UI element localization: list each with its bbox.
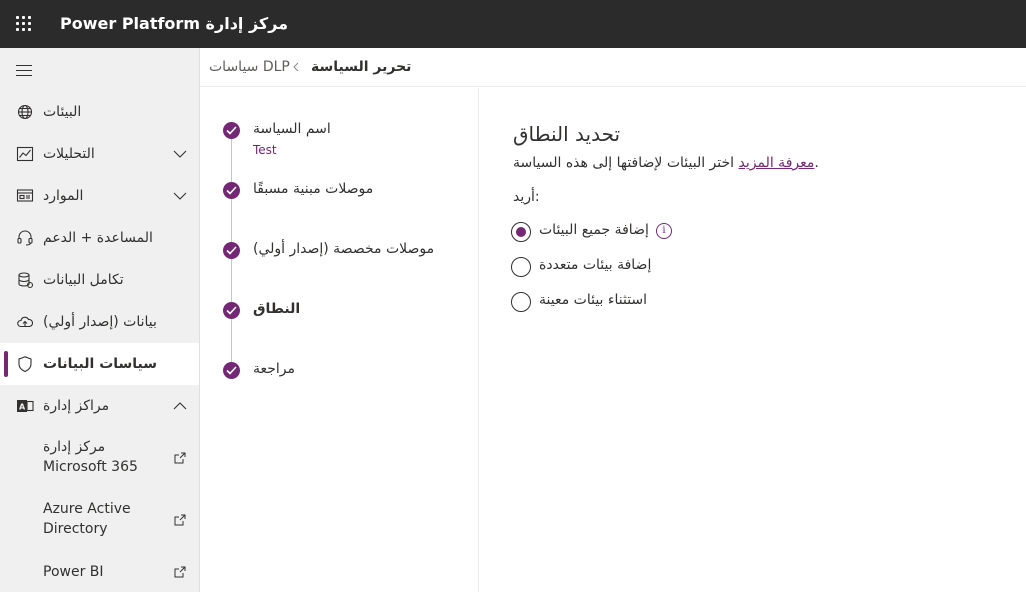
step-label: موصلات مخصصة (إصدار أولي) xyxy=(253,241,435,257)
globe-icon xyxy=(17,104,33,120)
radio-label: إضافة بيئات متعددة xyxy=(539,257,652,273)
nav-item-resources[interactable]: الموارد xyxy=(0,175,199,217)
wizard-steps: اسم السياسة Test موصلات مبنية مسبقًا موص… xyxy=(200,88,479,592)
step-label: موصلات مبنية مسبقًا xyxy=(253,181,374,197)
nav-item-data-preview[interactable]: بيانات (إصدار أولي) xyxy=(0,301,199,343)
nav-item-analytics[interactable]: التحليلات xyxy=(0,133,199,175)
admin-centers-icon: A xyxy=(17,400,34,412)
nav-label: بيانات (إصدار أولي) xyxy=(43,314,157,330)
step-label: مراجعة xyxy=(253,361,296,377)
check-icon xyxy=(223,302,240,319)
step-label: النطاق xyxy=(253,301,301,317)
page-title: تحديد النطاق xyxy=(513,122,621,146)
sub-item-azure-ad[interactable]: Azure Active Directory xyxy=(0,489,199,551)
step-value: Test xyxy=(253,143,277,157)
cloud-icon xyxy=(17,316,34,328)
sub-item-label: Azure Active Directory xyxy=(43,501,131,537)
nav-label: البيئات xyxy=(43,104,82,120)
shield-icon xyxy=(18,356,32,373)
nav-label: التحليلات xyxy=(43,146,95,162)
hamburger-menu-icon[interactable] xyxy=(16,63,34,77)
check-icon xyxy=(223,182,240,199)
radio-exclude-environments[interactable]: استثناء بيئات معينة xyxy=(511,290,751,314)
left-navigation: البيئات التحليلات الموارد المساعدة + الد… xyxy=(0,48,200,592)
app-launcher-icon[interactable] xyxy=(12,12,36,36)
page-description: معرفة المزيد اختر البيئات لإضافتها إلى ه… xyxy=(513,155,819,171)
radio-label: استثناء بيئات معينة xyxy=(539,292,648,308)
radio-add-multiple-environments[interactable]: إضافة بيئات متعددة xyxy=(511,255,751,279)
chevron-down-icon[interactable] xyxy=(172,146,188,162)
sub-item-label: Power BI xyxy=(43,564,104,580)
check-icon xyxy=(223,242,240,259)
nav-item-data-integration[interactable]: تكامل البيانات xyxy=(0,259,199,301)
learn-more-link[interactable]: معرفة المزيد xyxy=(739,155,815,171)
check-icon xyxy=(223,122,240,139)
radio-button[interactable] xyxy=(511,292,531,312)
nav-label: تكامل البيانات xyxy=(43,272,124,288)
external-link-icon xyxy=(174,514,186,526)
svg-text:A: A xyxy=(19,403,26,412)
radio-button[interactable] xyxy=(511,222,531,242)
radio-button[interactable] xyxy=(511,257,531,277)
nav-label: سياسات البيانات xyxy=(43,356,158,372)
resources-icon xyxy=(16,189,34,202)
chevron-down-icon[interactable] xyxy=(172,188,188,204)
nav-item-data-policies[interactable]: سياسات البيانات xyxy=(0,343,199,385)
nav-label: المساعدة + الدعم xyxy=(43,230,153,246)
sub-item-power-bi[interactable]: Power BI xyxy=(0,551,199,592)
info-icon[interactable]: i xyxy=(656,223,672,239)
chart-icon xyxy=(16,146,34,162)
radio-add-all-environments[interactable]: إضافة جميع البيئات i xyxy=(511,220,751,244)
options-label: أريد: xyxy=(513,189,540,205)
active-indicator xyxy=(4,351,8,377)
breadcrumb-edit-policy: تحرير السياسة xyxy=(311,59,412,75)
check-icon xyxy=(223,362,240,379)
headset-icon xyxy=(17,230,33,246)
nav-label: الموارد xyxy=(43,188,84,204)
step-label: اسم السياسة xyxy=(253,121,331,137)
app-title[interactable]: مركز إدارة Power Platform xyxy=(60,0,288,48)
external-link-icon xyxy=(174,566,186,578)
nav-label: مراكز إدارة xyxy=(43,398,110,414)
nav-item-help-support[interactable]: المساعدة + الدعم xyxy=(0,217,199,259)
radio-label: إضافة جميع البيئات xyxy=(539,222,649,238)
top-bar: مركز إدارة Power Platform xyxy=(0,0,1026,48)
breadcrumb: سياسات DLP تحرير السياسة xyxy=(200,48,1026,87)
database-icon xyxy=(18,272,34,289)
breadcrumb-dlp-policies[interactable]: سياسات DLP xyxy=(209,59,290,75)
external-link-icon xyxy=(174,452,186,464)
scope-panel: تحديد النطاق معرفة المزيد اختر البيئات ل… xyxy=(480,88,1026,592)
nav-item-admin-centers[interactable]: A مراكز إدارة xyxy=(0,385,199,427)
chevron-right-icon xyxy=(293,62,299,72)
sub-item-label: مركز إدارة Microsoft 365 xyxy=(43,439,138,475)
sub-item-m365-admin[interactable]: مركز إدارة Microsoft 365 xyxy=(0,427,199,489)
nav-item-environments[interactable]: البيئات xyxy=(0,91,199,133)
chevron-up-icon[interactable] xyxy=(172,398,188,414)
